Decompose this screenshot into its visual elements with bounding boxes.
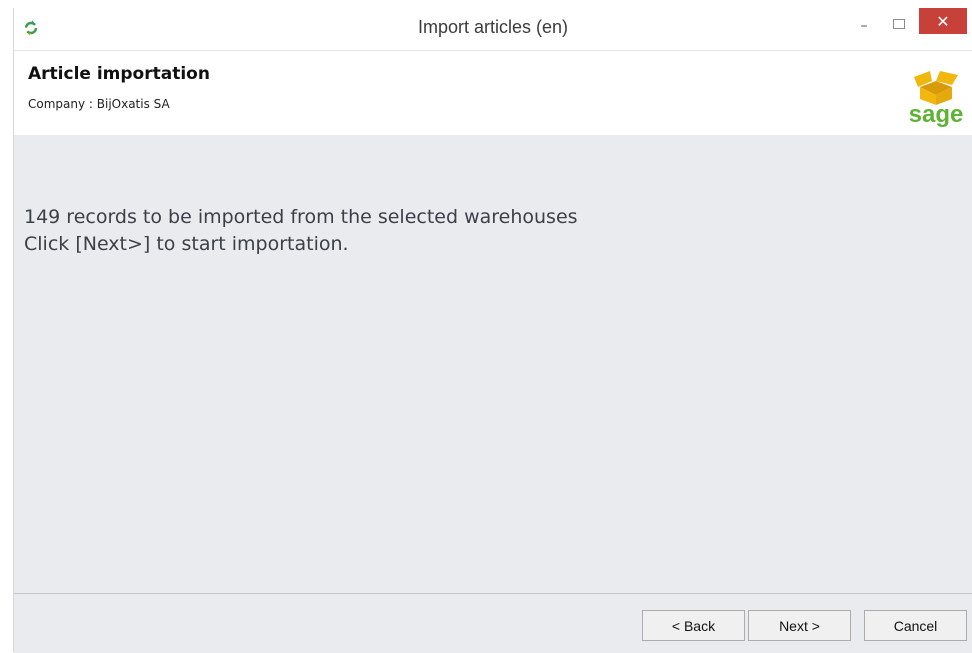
company-label: Company : BijOxatis SA	[28, 97, 170, 111]
close-button[interactable]: ✕	[919, 8, 967, 34]
minimize-icon: –	[860, 18, 868, 34]
window-title: Import articles (en)	[417, 17, 569, 37]
wizard-header: Article importation Company : BijOxatis …	[14, 50, 972, 136]
info-message: 149 records to be imported from the sele…	[24, 204, 578, 258]
content-panel: 149 records to be imported from the sele…	[14, 135, 972, 593]
instruction-message: Click [Next>] to start importation.	[24, 233, 349, 255]
sage-logo-text: sage	[909, 101, 964, 127]
title-bar[interactable]: Import articles (en) – ✕	[14, 8, 972, 48]
page-title: Article importation	[28, 64, 210, 84]
cancel-button[interactable]: Cancel	[864, 610, 967, 641]
next-button[interactable]: Next >	[748, 610, 851, 641]
back-button[interactable]: < Back	[642, 610, 745, 641]
button-bar: < Back Next > Cancel	[14, 593, 972, 653]
import-dialog: Import articles (en) – ✕ Article importa…	[13, 8, 972, 653]
maximize-icon	[893, 19, 905, 29]
sage-logo: sage	[909, 71, 964, 127]
minimize-button[interactable]: –	[849, 12, 879, 40]
maximize-button[interactable]	[884, 10, 914, 38]
records-message: 149 records to be imported from the sele…	[24, 206, 578, 228]
box-icon	[914, 71, 958, 105]
close-icon: ✕	[936, 11, 950, 31]
